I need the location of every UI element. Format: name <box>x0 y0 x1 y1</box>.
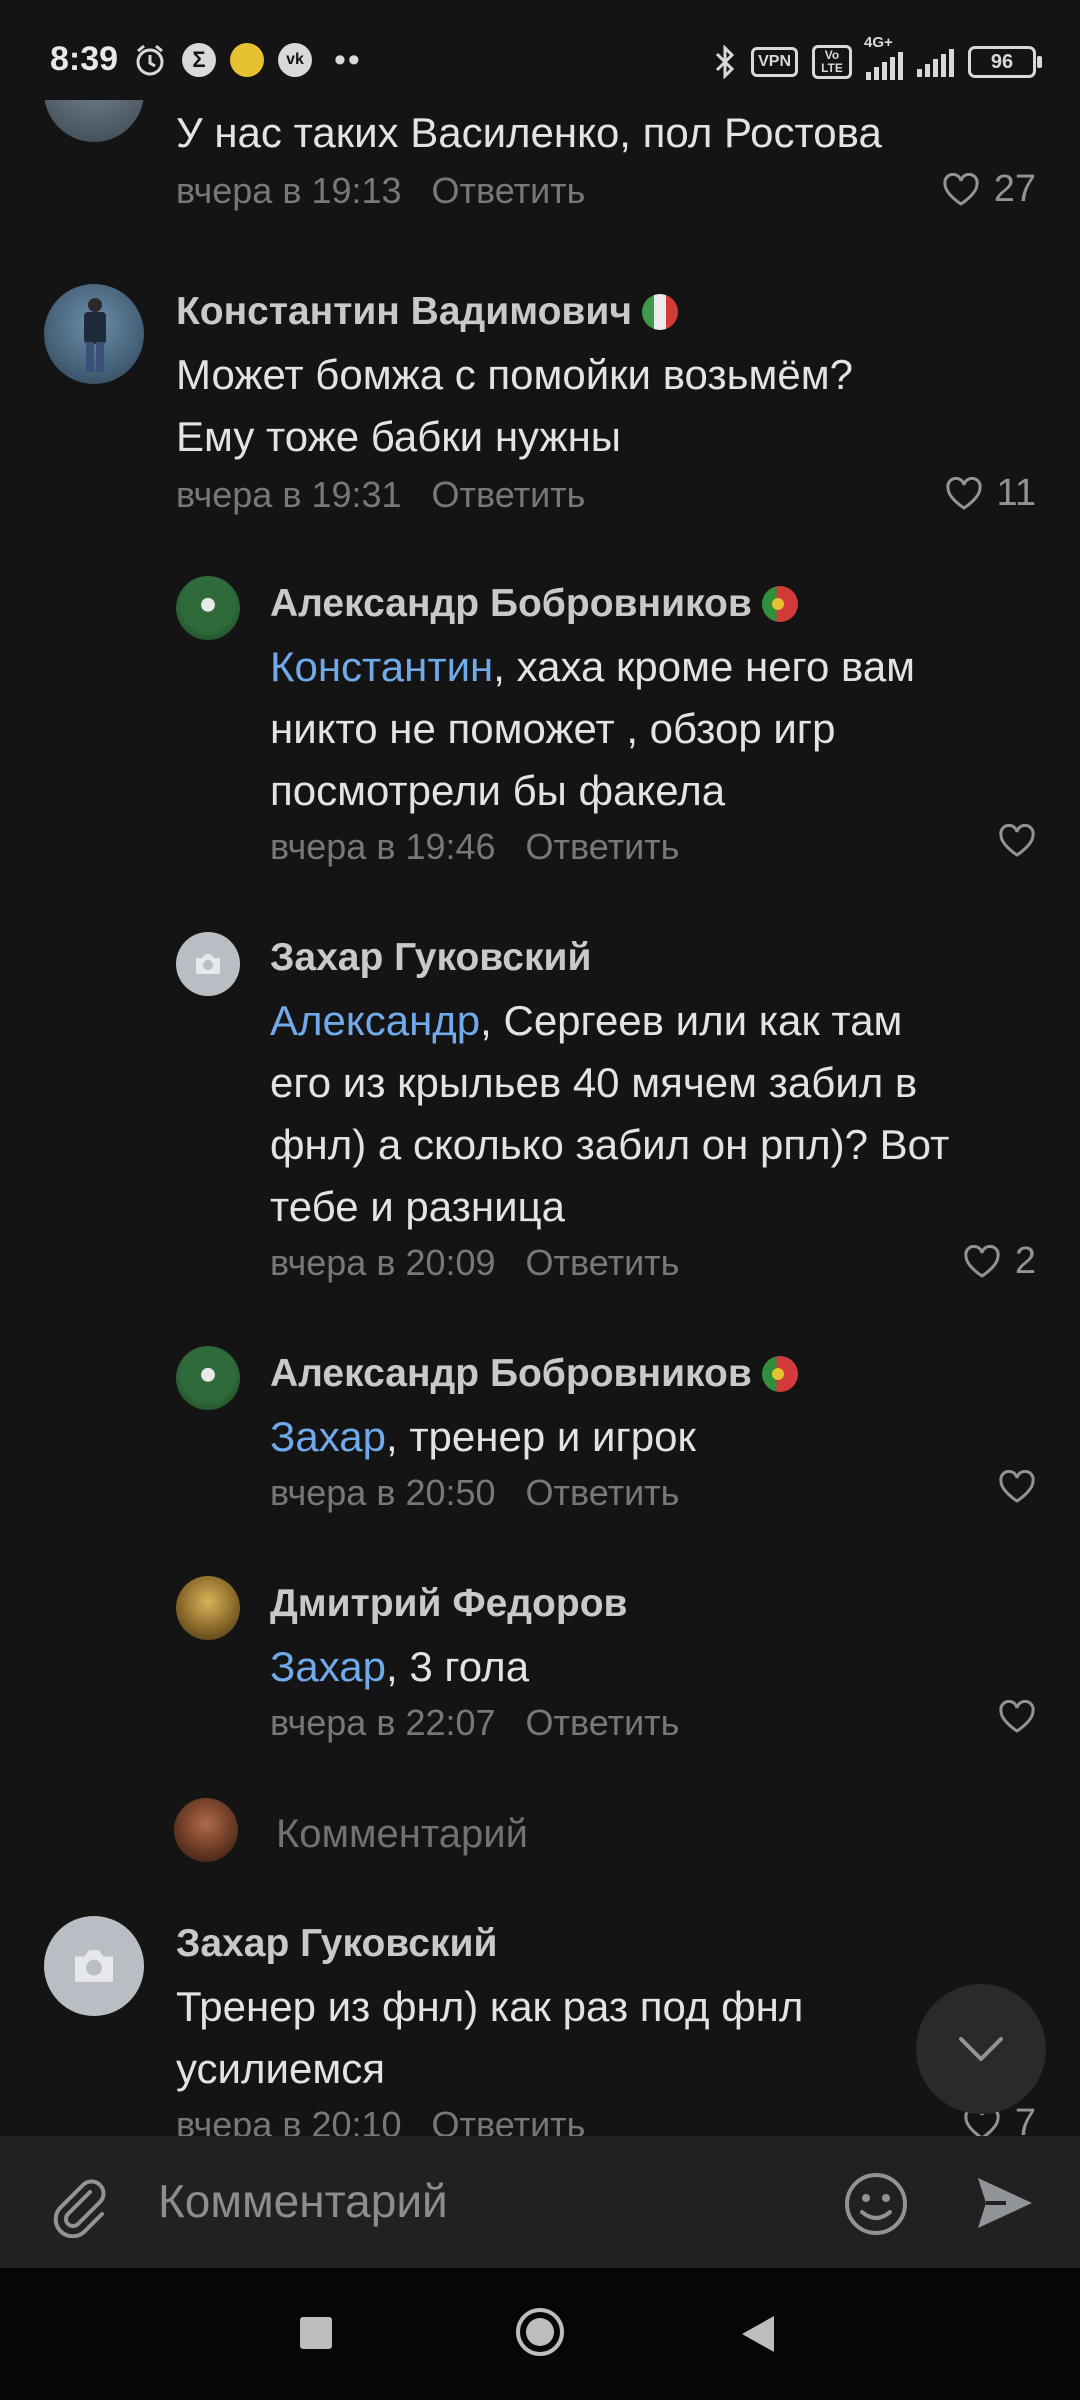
like-button[interactable] <box>998 1700 1036 1734</box>
home-button[interactable] <box>516 2308 564 2356</box>
avatar[interactable] <box>44 1916 144 2016</box>
reply-button[interactable]: Ответить <box>526 1242 680 1283</box>
avatar[interactable] <box>176 1576 240 1640</box>
comment-meta: вчера в 22:07 Ответить <box>270 1702 679 1744</box>
comment-time: вчера в 20:50 <box>270 1472 496 1513</box>
comment-time: вчера в 22:07 <box>270 1702 496 1743</box>
system-navigation-bar <box>0 2268 1080 2400</box>
status-time: 8:39 <box>50 40 119 78</box>
comment-author[interactable]: Александр Бобровников <box>270 1352 798 1396</box>
italy-flag-icon <box>642 294 679 330</box>
camera-icon <box>196 954 220 974</box>
recents-button[interactable] <box>300 2317 332 2349</box>
like-button[interactable]: 27 <box>942 168 1036 211</box>
back-button[interactable] <box>740 2314 776 2354</box>
vpn-icon: VPN <box>751 47 798 77</box>
scroll-down-button[interactable] <box>916 1984 1046 2114</box>
chevron-down-icon <box>959 2037 1003 2061</box>
status-icons-right: VPN Vo LTE 4G+ 96 <box>713 34 1042 80</box>
inline-reply-placeholder[interactable]: Комментарий <box>276 1812 528 1857</box>
heart-icon <box>999 1470 1035 1503</box>
comment-meta: вчера в 19:13 Ответить <box>176 170 585 212</box>
send-icon[interactable] <box>974 2174 1036 2232</box>
comment-time: вчера в 19:31 <box>176 474 402 515</box>
more-notifications-icon: •• <box>334 41 362 79</box>
portugal-flag-icon <box>761 1356 798 1392</box>
like-button[interactable] <box>998 1470 1036 1504</box>
comment-meta: вчера в 20:50 Ответить <box>270 1472 679 1514</box>
comment-text: Константин, хаха кроме него вам никто не… <box>270 643 916 814</box>
like-count: 27 <box>993 168 1036 210</box>
comment-meta: вчера в 19:31 Ответить <box>176 474 585 516</box>
comment-author[interactable]: Александр Бобровников <box>270 582 798 626</box>
mention-link[interactable]: Захар <box>270 1413 386 1460</box>
heart-icon <box>999 824 1035 857</box>
signal-icon <box>917 47 954 77</box>
heart-icon <box>999 1700 1035 1733</box>
comment-text: Захар, тренер и игрок <box>270 1413 696 1460</box>
comment-input-bar: Комментарий <box>0 2136 1080 2268</box>
sigma-app-icon: Σ <box>182 43 216 77</box>
status-bar: 8:39 Σ vk •• VPN Vo LTE 4G+ 96 <box>0 0 1080 100</box>
comment-text: У нас таких Василенко, пол Ростова <box>176 109 882 156</box>
portugal-flag-icon <box>761 586 798 622</box>
reply-button[interactable]: Ответить <box>432 170 586 211</box>
avatar[interactable] <box>176 1346 240 1410</box>
reply-button[interactable]: Ответить <box>526 1702 680 1743</box>
battery-icon: 96 <box>968 46 1042 78</box>
signal-4g-icon: 4G+ <box>864 34 903 80</box>
avatar[interactable] <box>44 284 144 384</box>
bluetooth-icon <box>716 45 735 79</box>
comment-time: вчера в 19:46 <box>270 826 496 867</box>
camera-icon <box>75 1950 113 1982</box>
alarm-icon <box>136 44 164 76</box>
comment-meta: вчера в 19:46 Ответить <box>270 826 679 868</box>
like-button[interactable]: 11 <box>945 472 1036 515</box>
heart-icon <box>964 1244 1000 1278</box>
vk-app-icon: vk <box>278 43 312 77</box>
comment-author[interactable]: Константин Вадимович <box>176 290 679 334</box>
mention-link[interactable]: Константин <box>270 643 493 690</box>
like-button[interactable]: 2 <box>963 1240 1036 1283</box>
heart-icon <box>943 172 979 206</box>
like-button[interactable] <box>998 824 1036 858</box>
comment-text: Захар, 3 гола <box>270 1643 530 1690</box>
status-icons-left: Σ vk •• <box>132 42 362 78</box>
comment-time: вчера в 20:09 <box>270 1242 496 1283</box>
comment-text: Тренер из фнл) как раз под фнл усилиемся <box>176 1983 804 2092</box>
attach-icon[interactable] <box>46 2174 110 2238</box>
comment-meta: вчера в 20:09 Ответить <box>270 1242 679 1284</box>
avatar[interactable] <box>176 932 240 996</box>
mention-link[interactable]: Захар <box>270 1643 386 1690</box>
heart-icon <box>945 476 982 510</box>
reply-button[interactable]: Ответить <box>526 1472 680 1513</box>
volte-icon: Vo LTE <box>812 45 852 79</box>
avatar[interactable] <box>176 576 240 640</box>
like-count: 11 <box>996 472 1036 514</box>
comment-author[interactable]: Захар Гуковский <box>176 1922 497 1966</box>
reply-button[interactable]: Ответить <box>432 474 586 515</box>
mention-link[interactable]: Александр <box>270 997 480 1044</box>
comment-author[interactable]: Захар Гуковский <box>270 936 591 980</box>
comment-time: вчера в 19:13 <box>176 170 402 211</box>
like-count: 2 <box>1014 1240 1036 1282</box>
comment-text: Может бомжа с помойки возьмём? Ему тоже … <box>176 351 854 460</box>
comment-author[interactable]: Дмитрий Федоров <box>270 1582 628 1626</box>
comment-text: Александр, Сергеев или как там его из кр… <box>270 997 950 1230</box>
emoji-icon[interactable] <box>842 2170 910 2238</box>
comment-input[interactable]: Комментарий <box>158 2174 448 2228</box>
yellow-app-icon <box>230 43 264 77</box>
reply-button[interactable]: Ответить <box>526 826 680 867</box>
current-user-avatar <box>174 1798 238 1862</box>
